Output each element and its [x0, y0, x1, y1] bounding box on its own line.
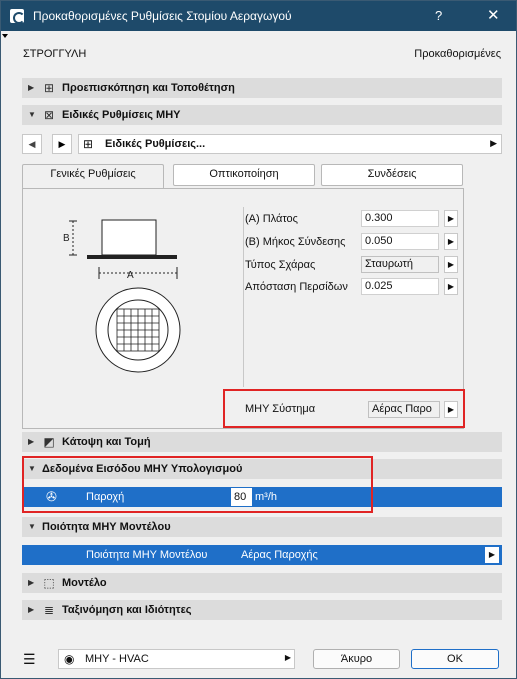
section-label: Ποιότητα ΜΗΥ Μοντέλου: [42, 521, 171, 533]
dimension-b-label: B: [63, 233, 70, 244]
mep-settings-icon: ⊠: [43, 108, 55, 122]
page-selector[interactable]: ⊞ Ειδικές Ρυθμίσεις... ▶: [78, 134, 502, 154]
collapse-header-icon[interactable]: [2, 34, 8, 38]
preset-label: Προκαθορισμένες: [414, 48, 501, 60]
section-mep-settings[interactable]: ▼ ⊠ Ειδικές Ρυθμίσεις ΜΗΥ: [22, 105, 502, 125]
page-navigator: ◀ ▶ ⊞ Ειδικές Ρυθμίσεις... ▶: [22, 134, 502, 154]
help-button[interactable]: ?: [435, 8, 442, 23]
model-quality-arrow-button[interactable]: ▶: [485, 547, 499, 563]
tab-connections[interactable]: Συνδέσεις: [321, 164, 463, 186]
highlight-calc-input: [22, 456, 373, 513]
cancel-button[interactable]: Άκυρο: [313, 649, 400, 669]
width-label: (A) Πλάτος: [245, 213, 298, 225]
title-bar: Προκαθορισμένες Ρυθμίσεις Στομίου Αεραγω…: [1, 1, 516, 31]
eye-icon[interactable]: ◉: [64, 652, 74, 666]
previous-page-button[interactable]: ◀: [22, 134, 42, 154]
next-page-button[interactable]: ▶: [52, 134, 72, 154]
grille-type-field[interactable]: Σταυρωτή: [361, 256, 439, 273]
section-model[interactable]: ▶ ⬚ Μοντέλο: [22, 573, 502, 593]
section-label: Ειδικές Ρυθμίσεις ΜΗΥ: [62, 109, 181, 121]
floor-plan-icon: ◩: [43, 435, 55, 449]
section-model-quality[interactable]: ▼ Ποιότητα ΜΗΥ Μοντέλου: [22, 517, 502, 537]
louver-distance-label: Απόσταση Περσίδων: [245, 281, 348, 293]
grille-type-arrow-button[interactable]: ▶: [444, 256, 458, 273]
dimension-a-label: A: [127, 270, 134, 281]
section-preview[interactable]: ▶ ⊞ Προεπισκόπηση και Τοποθέτηση: [22, 78, 502, 98]
model-quality-row[interactable]: Ποιότητα ΜΗΥ Μοντέλου Αέρας Παροχής ▶: [22, 545, 502, 565]
layer-selector[interactable]: ◉ ΜΗΥ - HVAC ▶: [58, 649, 295, 669]
section-label: Κάτοψη και Τομή: [62, 436, 151, 448]
louver-distance-field[interactable]: 0.025: [361, 278, 439, 295]
page-selector-label: Ειδικές Ρυθμίσεις...: [105, 138, 206, 150]
layer-value: ΜΗΥ - HVAC: [85, 653, 149, 665]
chevron-right-icon: ▶: [490, 138, 497, 148]
louver-distance-arrow-button[interactable]: ▶: [444, 278, 458, 295]
expand-arrow-icon[interactable]: ▶: [28, 83, 34, 92]
expand-arrow-icon[interactable]: ▶: [28, 437, 34, 446]
ok-button[interactable]: OK: [411, 649, 499, 669]
section-label: Προεπισκόπηση και Τοποθέτηση: [62, 82, 235, 94]
close-button[interactable]: ✕: [487, 6, 500, 24]
settings-page-icon: ⊞: [83, 137, 94, 151]
document-icon: ≣: [43, 603, 55, 617]
dialog-window: Προκαθορισμένες Ρυθμίσεις Στομίου Αεραγω…: [0, 0, 517, 679]
app-icon: [10, 9, 25, 24]
section-label: Μοντέλο: [62, 577, 107, 589]
model-quality-label: Ποιότητα ΜΗΥ Μοντέλου: [86, 549, 208, 561]
tab-visualization[interactable]: Οπτικοποίηση: [173, 164, 315, 186]
highlight-mep-system: [223, 389, 465, 428]
grille-diagram: B A: [63, 219, 181, 373]
connection-length-label: (B) Μήκος Σύνδεσης: [245, 236, 346, 248]
section-classification[interactable]: ▶ ≣ Ταξινόμηση και Ιδιότητες: [22, 600, 502, 620]
collapse-arrow-icon[interactable]: ▼: [28, 522, 36, 531]
layers-icon: ☰: [23, 651, 36, 667]
width-arrow-button[interactable]: ▶: [444, 210, 458, 227]
preview-icon: ⊞: [43, 81, 55, 95]
width-field[interactable]: 0.300: [361, 210, 439, 227]
panel-divider: [243, 207, 244, 387]
section-floor-plan[interactable]: ▶ ◩ Κάτοψη και Τομή: [22, 432, 502, 452]
expand-arrow-icon[interactable]: ▶: [28, 605, 34, 614]
expand-arrow-icon[interactable]: ▶: [28, 578, 34, 587]
tab-general-settings[interactable]: Γενικές Ρυθμίσεις: [22, 164, 164, 189]
model-quality-value: Αέρας Παροχής: [241, 549, 318, 561]
cube-icon: ⬚: [43, 576, 55, 590]
connection-length-arrow-button[interactable]: ▶: [444, 233, 458, 250]
grille-type-label: Τύπος Σχάρας: [245, 259, 316, 271]
collapse-arrow-icon[interactable]: ▼: [28, 110, 36, 119]
connection-length-field[interactable]: 0.050: [361, 233, 439, 250]
chevron-right-icon: ▶: [284, 653, 291, 662]
section-label: Ταξινόμηση και Ιδιότητες: [62, 604, 192, 616]
window-title: Προκαθορισμένες Ρυθμίσεις Στομίου Αεραγω…: [33, 9, 292, 23]
element-shape-label: ΣΤΡΟΓΓΥΛΗ: [23, 48, 87, 60]
